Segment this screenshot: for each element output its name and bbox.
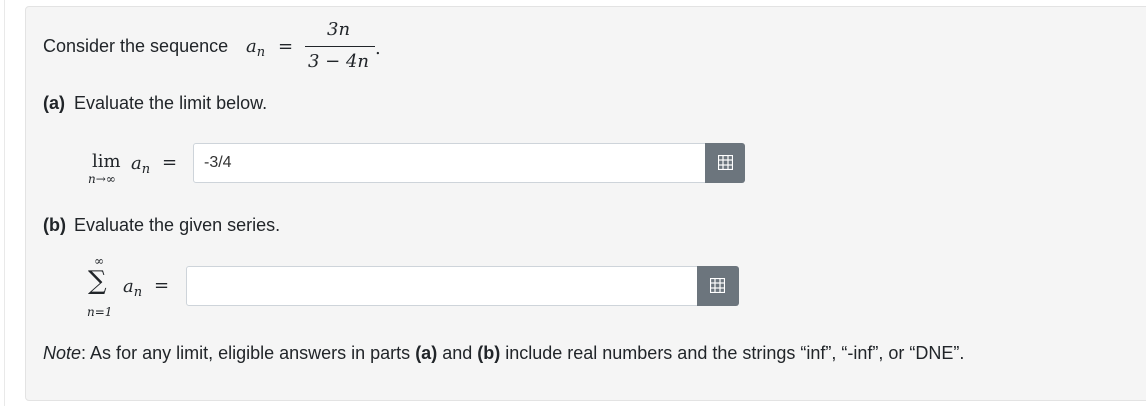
note-text-2: include real numbers and the strings “in… <box>500 343 965 363</box>
limit-operator: lim <box>92 151 121 172</box>
left-border <box>4 0 5 406</box>
intro-var: an <box>246 36 265 60</box>
series-matrix-button[interactable] <box>697 266 739 306</box>
series-var-sub: n <box>133 285 143 300</box>
fraction-numerator: 3n <box>327 19 351 40</box>
grid-icon <box>710 278 725 293</box>
part-b-text: Evaluate the given series. <box>74 215 281 235</box>
intro-text: Consider the sequence <box>43 36 229 56</box>
sigma-symbol: ∑ <box>88 266 107 296</box>
intro-period: . <box>375 38 381 59</box>
fraction-denominator: 3 − 4n <box>308 51 370 72</box>
intro-var-a: a <box>246 36 257 57</box>
series-var-a: a <box>123 276 134 297</box>
note-text-1: As for any limit, eligible answers in pa… <box>86 343 416 363</box>
sigma-lower-limit: n=1 <box>87 305 113 319</box>
limit-subscript: n→∞ <box>88 172 116 186</box>
note-and: and <box>437 343 478 363</box>
grid-icon <box>718 155 733 170</box>
note-paragraph: Note: As for any limit, eligible answers… <box>43 342 964 364</box>
limit-var-a: a <box>131 153 142 174</box>
intro-var-sub: n <box>256 45 266 60</box>
intro-equals: = <box>278 36 294 57</box>
page: Consider the sequence an = 3n 3 − 4n . (… <box>0 0 1146 406</box>
limit-var-sub: n <box>141 162 151 177</box>
series-var: an <box>123 276 142 300</box>
limit-answer-input[interactable] <box>193 143 709 183</box>
limit-var: an <box>131 153 150 177</box>
part-a-text: Evaluate the limit below. <box>74 93 268 113</box>
series-answer-input[interactable] <box>186 266 702 306</box>
part-b-label: (b) <box>43 215 66 235</box>
note-label: Note <box>43 343 82 363</box>
limit-equals: = <box>162 152 178 173</box>
part-a-label: (a) <box>43 93 65 113</box>
note-part-b: (b) <box>477 343 501 363</box>
fraction-bar <box>305 46 375 47</box>
series-equals: = <box>154 275 170 296</box>
note-part-a: (a) <box>415 343 438 363</box>
limit-matrix-button[interactable] <box>705 143 745 183</box>
